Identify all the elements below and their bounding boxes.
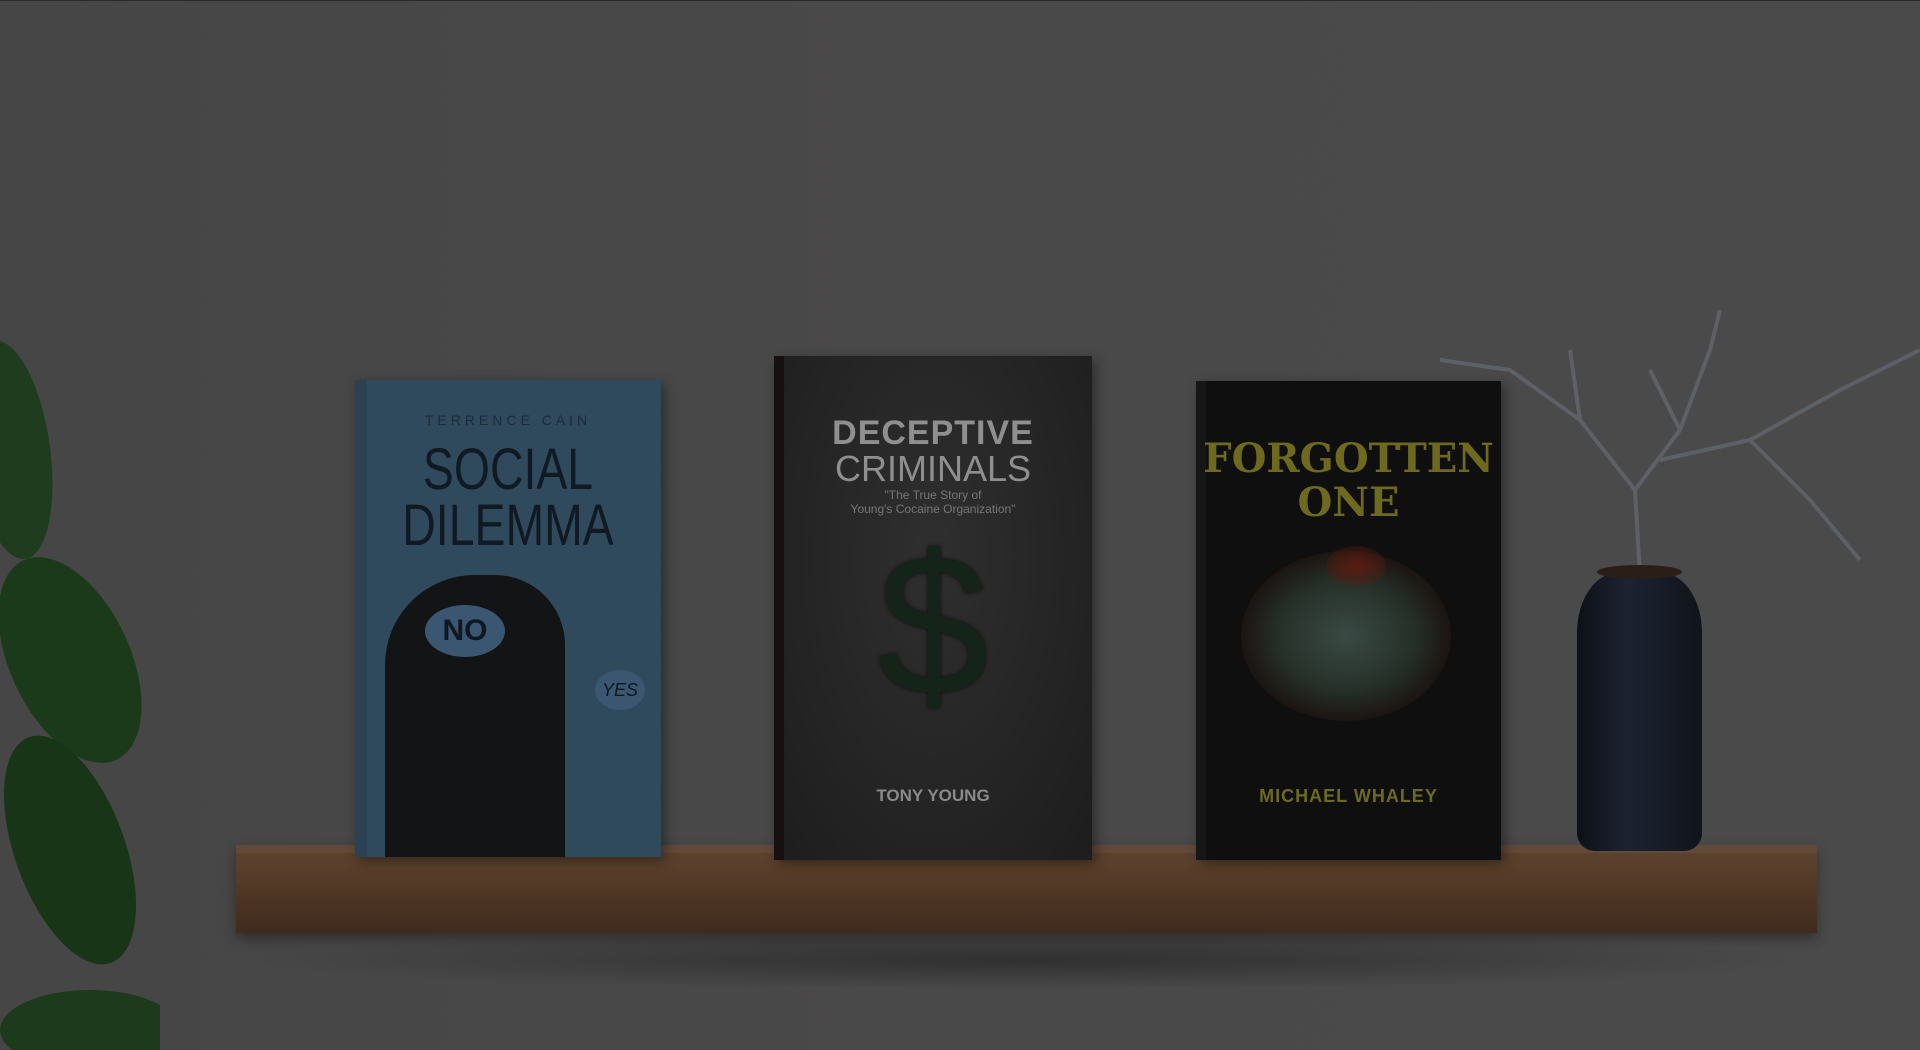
book-deceptive-criminals[interactable]: DECEPTIVE CRIMINALS "The True Story of Yo…: [774, 356, 1092, 860]
fire-illustration: [1326, 546, 1386, 586]
book-subtitle: "The True Story of Young's Cocaine Organi…: [774, 488, 1092, 516]
shelf-shadow: [236, 930, 1817, 990]
title-line: SOCIAL: [422, 437, 594, 502]
book-author: TONY YOUNG: [876, 786, 990, 805]
book-title: SOCIAL DILEMMA: [386, 437, 631, 558]
book-title-line2: CRIMINALS: [834, 448, 1032, 489]
subtitle-line: "The True Story of: [884, 488, 982, 502]
speech-bubble-no: NO: [425, 605, 505, 657]
bare-branches-image: [1439, 310, 1920, 576]
title-line: DILEMMA: [402, 493, 614, 558]
book-author: TERRENCE CAIN: [424, 412, 592, 428]
book-author: MICHAEL WHALEY: [1259, 786, 1438, 806]
top-border: [0, 0, 1920, 1]
dollar-sign-icon: $: [877, 514, 989, 737]
speech-bubble-yes: YES: [595, 670, 645, 710]
book-spine: [355, 380, 367, 857]
monstera-plant-image: [0, 340, 160, 1050]
book-social-dilemma[interactable]: TERRENCE CAIN SOCIAL DILEMMA NO YES: [355, 380, 661, 857]
black-vase: [1577, 565, 1702, 851]
